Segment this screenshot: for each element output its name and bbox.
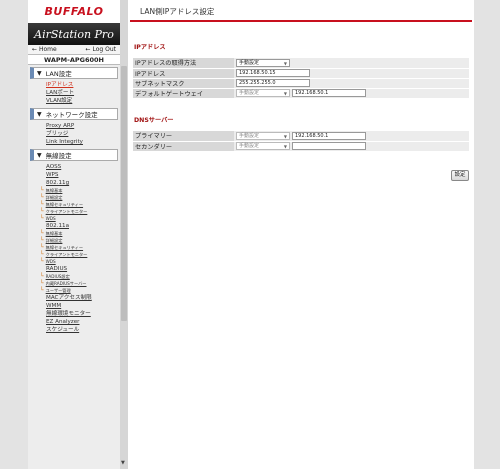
gateway-input[interactable]: 192.168.50.1 (291, 89, 366, 97)
sidebar-nav: ▼ LAN設定 IPアドレス LANポート VLAN設定 ▼ ネットワーク設定 Proxy A… (28, 67, 120, 334)
sidebar-item[interactable]: LANポート (28, 89, 120, 97)
gateway-label: デフォルトゲートウェイ (133, 88, 234, 99)
primary-dns-label: プライマリー (133, 131, 234, 142)
sidebar-item[interactable]: ユーザー管理 (28, 287, 120, 294)
sidebar-scrollbar-thumb[interactable] (121, 66, 127, 321)
collapse-arrow-icon: ▼ (37, 151, 42, 159)
secondary-dns-label: セカンダリー (133, 141, 234, 152)
sidebar-item[interactable]: 802.11g (28, 179, 120, 187)
page-title: LAN側IPアドレス設定 (140, 7, 215, 16)
secondary-dns-mode-value: 手動設定 (239, 143, 260, 149)
airstation-logo: AirStation Pro (28, 23, 120, 45)
sidebar-scrollbar[interactable]: ▼ (120, 0, 128, 469)
primary-dns-mode-value: 手動設定 (239, 132, 260, 139)
sidebar-item[interactable]: ブリッジ (28, 130, 120, 138)
sidebar-item[interactable]: AOSS (28, 163, 120, 171)
brand-name: BUFFALO (44, 5, 104, 18)
ip-section-title: IPアドレス (134, 44, 166, 51)
logout-arrow-icon: ← (85, 46, 91, 53)
sidebar-section-label: LAN設定 (45, 70, 72, 78)
secondary-dns-row: セカンダリー 手動設定 ▼ (133, 141, 469, 152)
ip-method-label: IPアドレスの取得方法 (133, 58, 234, 69)
sidebar-item[interactable]: EZ Analyzer (28, 318, 120, 326)
primary-dns-row: プライマリー 手動設定 ▼ 192.168.50.1 (133, 131, 469, 142)
dropdown-arrow-icon: ▼ (283, 60, 287, 66)
sidebar-section-items: IPアドレス LANポート VLAN設定 (28, 81, 120, 105)
product-name: AirStation Pro (34, 27, 114, 41)
sidebar-item[interactable]: 無線基本 (28, 187, 120, 194)
sidebar-section-label: 無線設定 (45, 152, 72, 160)
subnet-mask-input[interactable]: 255.255.255.0 (236, 79, 310, 87)
sidebar-item[interactable]: 無線セキュリティー (28, 201, 120, 208)
title-divider (130, 20, 472, 22)
buffalo-logo: BUFFALO (28, 0, 120, 23)
sidebar: BUFFALO AirStation Pro ← Home ← Log Out … (28, 0, 128, 469)
dns-settings-table: プライマリー 手動設定 ▼ 192.168.50.1 セカンダリー 手動設定 ▼ (133, 131, 469, 152)
subnet-mask-label: サブネットマスク (133, 78, 234, 89)
home-label: Home (38, 46, 57, 53)
dropdown-arrow-icon: ▼ (283, 133, 287, 139)
sidebar-item[interactable]: RADIUS (28, 265, 120, 273)
ip-address-row: IPアドレス 192.168.50.15 (133, 68, 469, 79)
ip-address-input[interactable]: 192.168.50.15 (236, 69, 310, 77)
scroll-down-icon[interactable]: ▼ (121, 460, 125, 466)
model-name: WAPM-APG600H (28, 55, 120, 65)
gateway-mode-select[interactable]: 手動設定 ▼ (236, 89, 290, 97)
sidebar-item[interactable]: IPアドレス (28, 81, 120, 89)
sidebar-item[interactable]: スケジュール (28, 326, 120, 334)
main-panel: LAN側IPアドレス設定 IPアドレス IPアドレスの取得方法 手動設定 ▼ IP… (128, 0, 474, 469)
sidebar-item[interactable]: WPS (28, 171, 120, 179)
sidebar-item[interactable]: 無線基本 (28, 230, 120, 237)
sidebar-item[interactable]: 無線セキュリティー (28, 244, 120, 251)
ip-settings-table: IPアドレスの取得方法 手動設定 ▼ IPアドレス 192.168.50.15 サ… (133, 58, 469, 99)
submit-button[interactable]: 設定 (451, 170, 469, 181)
secondary-dns-mode-select[interactable]: 手動設定 ▼ (236, 142, 290, 150)
logout-label: Log Out (92, 46, 116, 53)
sidebar-section-items: AOSSWPS802.11g無線基本詳細設定無線セキュリティークライアントモニタ… (28, 163, 120, 334)
sidebar-section-0[interactable]: ▼ LAN設定 (30, 67, 118, 79)
sidebar-item[interactable]: WDS (28, 258, 120, 265)
sidebar-content: BUFFALO AirStation Pro ← Home ← Log Out … (28, 0, 120, 469)
dns-section-title: DNSサーバー (134, 117, 174, 124)
sidebar-item[interactable]: 802.11a (28, 222, 120, 230)
logout-button[interactable]: ← Log Out (86, 46, 116, 53)
sidebar-item[interactable]: MACアクセス制限 (28, 294, 120, 302)
subnet-mask-row: サブネットマスク 255.255.255.0 (133, 78, 469, 89)
secondary-dns-input[interactable] (291, 142, 366, 150)
sidebar-section-2[interactable]: ▼ 無線設定 (30, 149, 118, 161)
dropdown-arrow-icon: ▼ (283, 91, 287, 96)
primary-dns-input[interactable]: 192.168.50.1 (291, 131, 366, 140)
primary-dns-mode-select[interactable]: 手動設定 ▼ (236, 131, 290, 140)
ip-method-row: IPアドレスの取得方法 手動設定 ▼ (133, 58, 469, 69)
sidebar-section-items: Proxy ARP ブリッジ Link Integrity (28, 122, 120, 146)
ip-method-select[interactable]: 手動設定 ▼ (236, 58, 290, 67)
sidebar-item[interactable]: VLAN設定 (28, 97, 120, 105)
sidebar-item[interactable]: クライアントモニター (28, 208, 120, 215)
gateway-row: デフォルトゲートウェイ 手動設定 ▼ 192.168.50.1 (133, 88, 469, 99)
sidebar-item[interactable]: クライアントモニター (28, 251, 120, 258)
sidebar-item[interactable]: Link Integrity (28, 138, 120, 146)
sidebar-item[interactable]: WDS (28, 215, 120, 222)
collapse-arrow-icon: ▼ (37, 69, 42, 77)
ip-method-value: 手動設定 (239, 59, 260, 66)
home-logout-bar: ← Home ← Log Out (28, 45, 120, 55)
sidebar-item[interactable]: 内蔵RADIUSサーバー (28, 280, 120, 287)
sidebar-section-1[interactable]: ▼ ネットワーク設定 (30, 108, 118, 120)
collapse-arrow-icon: ▼ (37, 110, 42, 118)
sidebar-item[interactable]: Proxy ARP (28, 122, 120, 130)
gateway-mode-value: 手動設定 (239, 90, 260, 96)
sidebar-item[interactable]: WMM (28, 302, 120, 310)
sidebar-item[interactable]: 無線環境モニター (28, 310, 120, 318)
home-arrow-icon: ← (32, 46, 38, 53)
sidebar-item[interactable]: 詳細設定 (28, 237, 120, 244)
sidebar-section-label: ネットワーク設定 (45, 111, 98, 119)
sidebar-item[interactable]: 詳細設定 (28, 194, 120, 201)
dropdown-arrow-icon: ▼ (283, 144, 287, 149)
sidebar-item[interactable]: RADIUS設定 (28, 273, 120, 280)
ip-address-label: IPアドレス (133, 68, 234, 79)
home-button[interactable]: ← Home (32, 46, 57, 53)
